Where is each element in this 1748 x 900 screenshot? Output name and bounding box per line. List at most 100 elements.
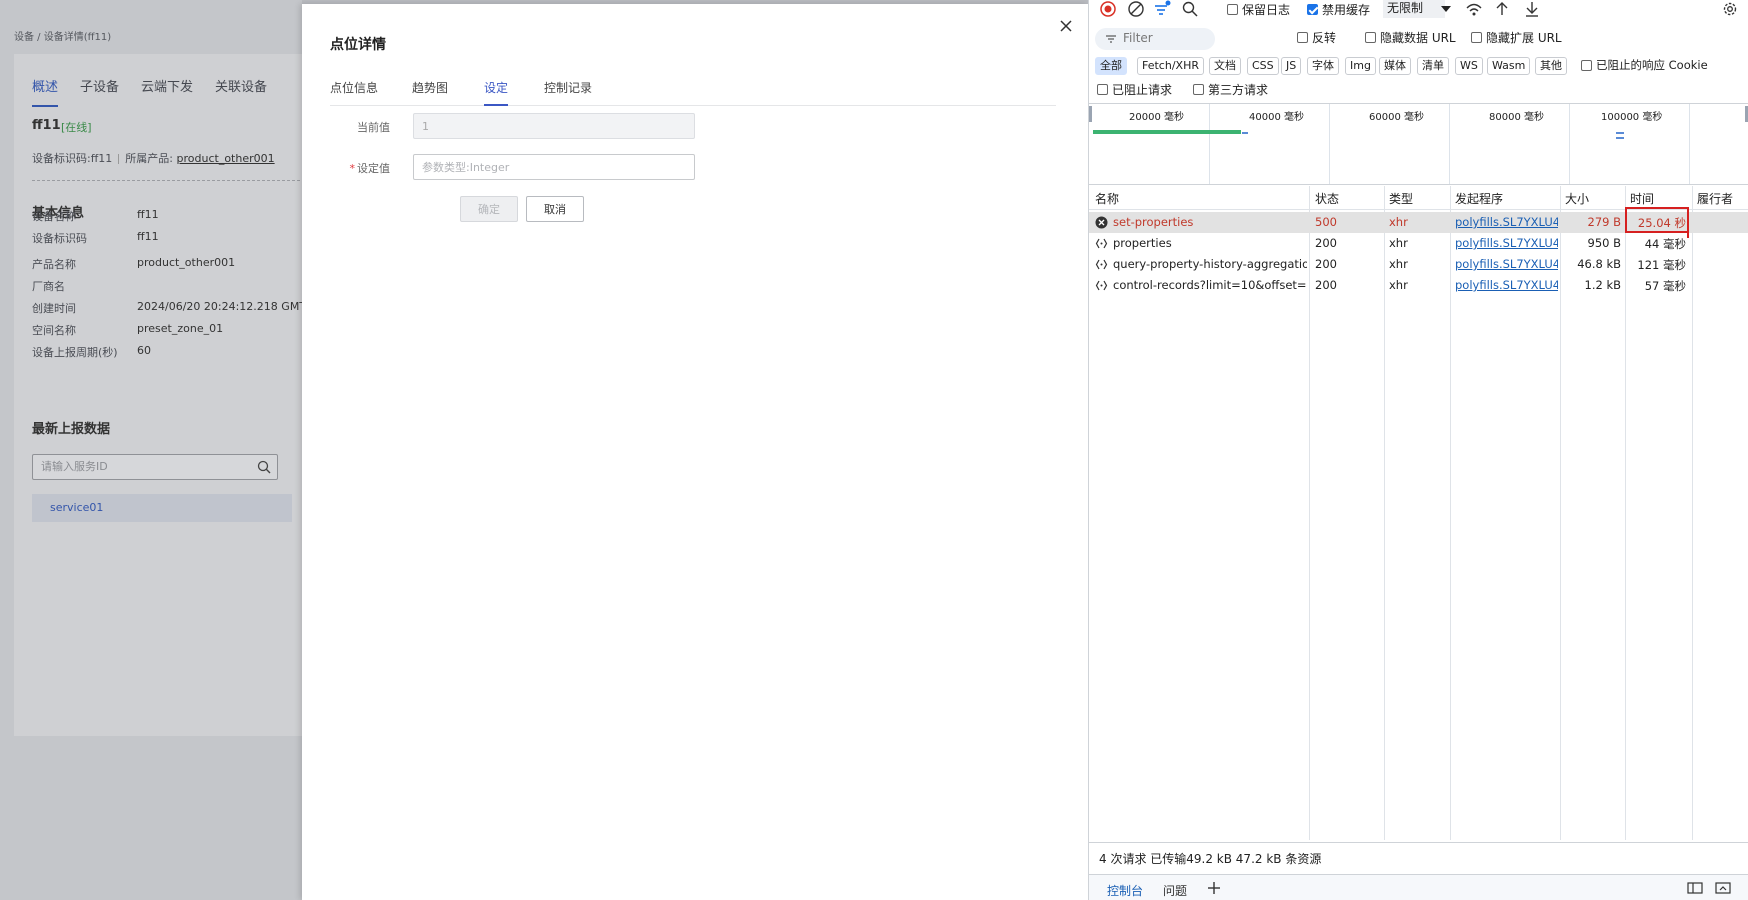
blocked-cookies-checkbox[interactable]: 已阻止的响应 Cookie: [1581, 57, 1708, 73]
preserve-log-checkbox[interactable]: 保留日志: [1227, 1, 1290, 18]
screencast-icon[interactable]: [1715, 881, 1731, 895]
info-label: 设备标识码: [32, 232, 87, 245]
type-filter-wasm[interactable]: Wasm: [1487, 57, 1531, 75]
request-time: 57 毫秒: [1644, 279, 1686, 293]
filter-input[interactable]: [1123, 31, 1209, 45]
network-conditions-icon[interactable]: [1465, 0, 1483, 18]
type-filter-doc[interactable]: 文档: [1209, 57, 1241, 75]
hide-extension-urls-checkbox[interactable]: 隐藏扩展 URL: [1471, 29, 1562, 46]
tab-console[interactable]: 控制台: [1107, 882, 1143, 900]
drawer-tabs: 点位信息 趋势图 设定 控制记录: [330, 74, 1056, 106]
add-tab-icon[interactable]: [1207, 881, 1221, 895]
devtools-drawer-tabs: 控制台 问题: [1089, 874, 1748, 900]
timeline-left-handle[interactable]: [1089, 106, 1092, 122]
device-meta: 设备标识码:ff11 所属产品: product_other001: [32, 150, 275, 166]
request-initiator-link[interactable]: polyfills.SL7YXLU4.js: [1455, 215, 1558, 229]
breadcrumb: 设备 / 设备详情(ff11): [14, 32, 112, 43]
tab-control-records[interactable]: 控制记录: [544, 79, 592, 104]
request-size: 950 B: [1587, 236, 1622, 250]
column-header-name[interactable]: 名称: [1095, 190, 1119, 207]
info-label: 空间名称: [32, 324, 76, 337]
throttling-select[interactable]: 无限制: [1383, 0, 1445, 18]
info-row-report-period: 设备上报周期(秒) 60: [32, 344, 151, 360]
request-initiator-link[interactable]: polyfills.SL7YXLU4.js: [1455, 236, 1558, 250]
dock-icon[interactable]: [1687, 881, 1703, 895]
xhr-icon: [1095, 280, 1108, 291]
current-value-field: [413, 113, 695, 139]
devtools-network-panel: 保留日志 禁用缓存 无限制 反转 隐藏数据 URL 隐藏扩展 URL 全部 Fe…: [1088, 0, 1748, 900]
tab-trend-chart[interactable]: 趋势图: [412, 79, 448, 104]
type-filter-font[interactable]: 字体: [1307, 57, 1339, 75]
type-filter-ws[interactable]: WS: [1455, 57, 1483, 75]
type-filter-js[interactable]: JS: [1281, 57, 1302, 75]
product-link[interactable]: product_other001: [177, 152, 275, 165]
caret-down-icon[interactable]: [1439, 0, 1453, 18]
type-filter-img[interactable]: Img: [1345, 57, 1376, 75]
gridline: [1329, 104, 1330, 184]
info-row-device-id: 设备标识码 ff11: [32, 230, 159, 246]
type-filter-fetch-xhr[interactable]: Fetch/XHR: [1137, 57, 1204, 75]
xhr-icon: [1095, 259, 1108, 270]
checkbox-box: [1193, 84, 1204, 95]
hide-data-urls-checkbox[interactable]: 隐藏数据 URL: [1365, 29, 1456, 46]
tab-linked-devices[interactable]: 关联设备: [215, 76, 267, 107]
network-overview-timeline[interactable]: 20000 毫秒 40000 毫秒 60000 毫秒 80000 毫秒 1000…: [1089, 103, 1748, 185]
third-party-checkbox[interactable]: 第三方请求: [1193, 81, 1268, 98]
invert-checkbox[interactable]: 反转: [1297, 29, 1336, 46]
request-name: properties: [1113, 236, 1172, 250]
gear-icon[interactable]: [1721, 0, 1739, 18]
filter-toggle-icon[interactable]: [1153, 0, 1171, 18]
checkbox-box: [1097, 84, 1108, 95]
timeline-request-bar: [1093, 130, 1241, 134]
request-initiator-link[interactable]: polyfills.SL7YXLU4.js: [1455, 278, 1558, 292]
tab-settings[interactable]: 设定: [484, 79, 509, 106]
network-toolbar: 保留日志 禁用缓存 无限制: [1089, 0, 1748, 22]
request-initiator-link[interactable]: polyfills.SL7YXLU4.js: [1455, 257, 1558, 271]
setpoint-input[interactable]: [413, 154, 695, 180]
confirm-button[interactable]: 确定: [460, 196, 518, 222]
column-header-status[interactable]: 状态: [1315, 190, 1339, 207]
tab-subdevices[interactable]: 子设备: [80, 76, 119, 107]
table-row[interactable]: query-property-history-aggregation 200 x…: [1089, 254, 1748, 275]
timeline-request-bar: [1616, 137, 1624, 139]
tab-overview[interactable]: 概述: [32, 76, 59, 107]
tab-issues[interactable]: 问题: [1163, 882, 1187, 899]
column-header-size[interactable]: 大小: [1565, 190, 1589, 207]
request-name: control-records?limit=10&offset=0: [1113, 278, 1307, 292]
service-item-label: service01: [50, 501, 104, 514]
tab-cloud-command[interactable]: 云端下发: [141, 76, 193, 107]
close-icon[interactable]: [1058, 18, 1074, 34]
cancel-button[interactable]: 取消: [526, 196, 584, 222]
checkbox-label: 保留日志: [1242, 3, 1291, 17]
disable-cache-checkbox[interactable]: 禁用缓存: [1307, 1, 1370, 18]
type-filter-all[interactable]: 全部: [1095, 57, 1127, 75]
type-filter-media[interactable]: 媒体: [1379, 57, 1411, 75]
request-summary: 4 次请求 已传输49.2 kB 47.2 kB 条资源: [1099, 852, 1322, 866]
table-row[interactable]: control-records?limit=10&offset=0 200 xh…: [1089, 275, 1748, 296]
tab-point-info[interactable]: 点位信息: [330, 79, 378, 104]
table-row[interactable]: properties 200 xhr polyfills.SL7YXLU4.js…: [1089, 233, 1748, 254]
timeline-tick: 20000 毫秒: [1129, 112, 1184, 123]
search-icon[interactable]: [257, 460, 271, 474]
info-value: ff11: [137, 230, 159, 243]
record-stop-icon[interactable]: [1099, 0, 1117, 18]
drawer-title: 点位详情: [330, 37, 386, 53]
upload-icon[interactable]: [1493, 0, 1511, 18]
type-filter-css[interactable]: CSS: [1247, 57, 1279, 75]
type-filter-manifest[interactable]: 清单: [1417, 57, 1449, 75]
column-header-type[interactable]: 类型: [1389, 190, 1413, 207]
download-icon[interactable]: [1523, 0, 1541, 18]
checkbox-label: 隐藏数据 URL: [1380, 31, 1456, 45]
checkbox-box: [1471, 32, 1482, 43]
type-filter-other[interactable]: 其他: [1535, 57, 1567, 75]
column-header-time[interactable]: 时间: [1630, 190, 1654, 207]
column-header-initiator[interactable]: 发起程序: [1455, 190, 1503, 207]
service-search-input[interactable]: [41, 460, 241, 473]
column-header-fulfilled-by[interactable]: 履行者: [1697, 190, 1733, 207]
search-icon[interactable]: [1181, 0, 1199, 18]
blocked-requests-checkbox[interactable]: 已阻止请求: [1097, 81, 1172, 98]
clear-icon[interactable]: [1127, 0, 1145, 18]
service-list-item[interactable]: service01: [32, 494, 292, 522]
request-time: 44 毫秒: [1644, 237, 1686, 251]
timeline-tick: 60000 毫秒: [1369, 112, 1424, 123]
